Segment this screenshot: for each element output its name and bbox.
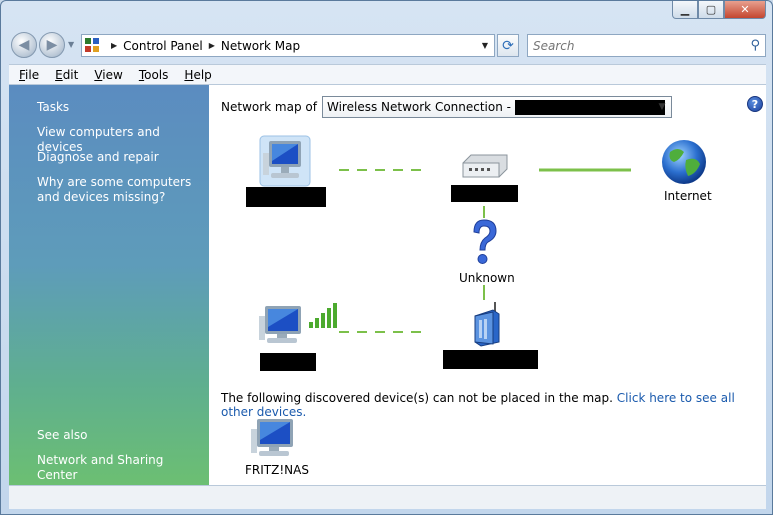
breadcrumb-separator[interactable]: ▶ bbox=[111, 41, 117, 50]
recent-pages-dropdown[interactable]: ▼ bbox=[68, 40, 74, 49]
caption-buttons: ▁ ▢ ✕ bbox=[672, 1, 766, 19]
address-dropdown[interactable]: ▼ bbox=[476, 41, 494, 50]
globe-icon[interactable] bbox=[660, 138, 708, 186]
computer-icon[interactable] bbox=[259, 135, 311, 187]
navigation-bar: ◀ ▶ ▼ ▶ Control Panel ▶ Network Map ▼ ⟳ … bbox=[9, 32, 766, 59]
status-bar bbox=[9, 485, 766, 509]
switch-icon[interactable] bbox=[459, 153, 511, 183]
search-box[interactable]: ⚲ bbox=[527, 34, 766, 57]
menu-edit[interactable]: Edit bbox=[47, 68, 86, 82]
tasks-heading: Tasks bbox=[37, 100, 70, 114]
search-input[interactable] bbox=[528, 38, 738, 53]
forward-icon: ▶ bbox=[46, 37, 58, 53]
back-button[interactable]: ◀ bbox=[11, 32, 37, 58]
nas-label: FRITZ!NAS bbox=[245, 463, 309, 477]
redacted-wireless-computer-name bbox=[260, 353, 316, 371]
forward-button[interactable]: ▶ bbox=[39, 32, 65, 58]
menu-view[interactable]: View bbox=[86, 68, 130, 82]
unknown-label: Unknown bbox=[459, 271, 515, 285]
minimize-button[interactable]: ▁ bbox=[672, 1, 698, 19]
address-bar[interactable]: ▶ Control Panel ▶ Network Map ▼ bbox=[81, 34, 495, 57]
undiscovered-devices-text: The following discovered device(s) can n… bbox=[221, 391, 766, 419]
menu-file[interactable]: File bbox=[11, 68, 47, 82]
breadcrumb-network-map[interactable]: Network Map bbox=[221, 39, 300, 53]
control-panel-icon bbox=[85, 37, 101, 54]
search-icon[interactable]: ⚲ bbox=[750, 38, 760, 53]
window-frame: ▁ ▢ ✕ ◀ ▶ ▼ ▶ Control Panel ▶ Network Ma… bbox=[0, 0, 773, 515]
task-devices-missing[interactable]: Why are some computers and devices missi… bbox=[37, 175, 202, 205]
menu-tools[interactable]: Tools bbox=[131, 68, 177, 82]
task-pane: Tasks View computers and devices Diagnos… bbox=[9, 85, 209, 485]
nas-computer-icon[interactable] bbox=[247, 415, 299, 461]
question-icon[interactable] bbox=[468, 218, 500, 268]
redacted-switch-name bbox=[451, 185, 518, 202]
wireless-computer-icon[interactable] bbox=[257, 300, 341, 344]
refresh-icon: ⟳ bbox=[502, 37, 514, 54]
refresh-button[interactable]: ⟳ bbox=[497, 34, 519, 57]
breadcrumb-control-panel[interactable]: Control Panel bbox=[123, 39, 203, 53]
menu-help[interactable]: Help bbox=[176, 68, 219, 82]
undiscovered-text: The following discovered device(s) can n… bbox=[221, 391, 613, 405]
back-icon: ◀ bbox=[18, 37, 30, 53]
close-button[interactable]: ✕ bbox=[724, 1, 766, 19]
network-map-pane: Network map of Wireless Network Connecti… bbox=[209, 85, 766, 485]
menu-bar: File Edit View Tools Help bbox=[9, 64, 766, 85]
redacted-router-name bbox=[443, 350, 538, 369]
link-network-sharing-center[interactable]: Network and Sharing Center bbox=[37, 453, 202, 483]
task-diagnose-repair[interactable]: Diagnose and repair bbox=[37, 150, 202, 165]
maximize-button[interactable]: ▢ bbox=[698, 1, 724, 19]
redacted-computer-name bbox=[246, 187, 326, 207]
breadcrumb-separator[interactable]: ▶ bbox=[209, 41, 215, 50]
wireless-router-icon[interactable] bbox=[469, 300, 503, 348]
internet-label: Internet bbox=[664, 189, 712, 203]
see-also-heading: See also bbox=[37, 428, 88, 442]
